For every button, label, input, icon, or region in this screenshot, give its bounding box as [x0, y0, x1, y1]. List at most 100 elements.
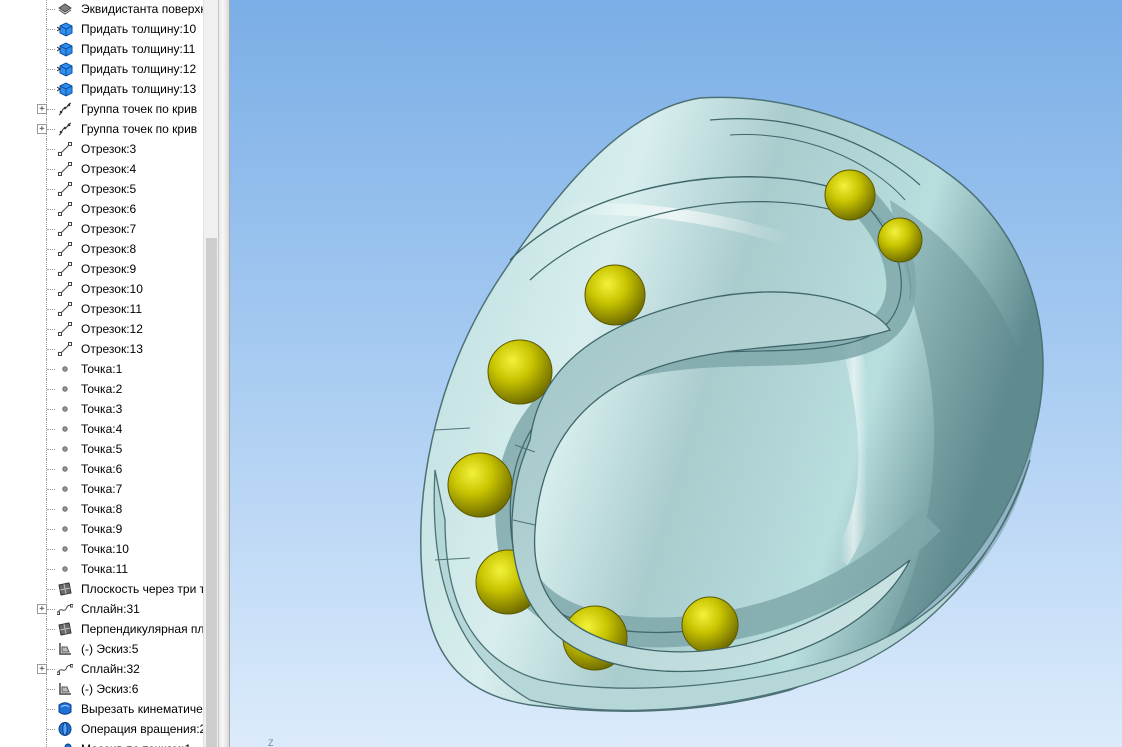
segment-icon: [57, 241, 73, 257]
tree-item-label: Отрезок:7: [81, 222, 137, 236]
point-group-icon: [57, 121, 73, 137]
pattern-icon: [57, 741, 73, 747]
tree-item-label: Придать толщину:13: [81, 82, 197, 96]
tree-item[interactable]: Отрезок:8: [0, 239, 204, 259]
expand-toggle-icon[interactable]: +: [37, 104, 47, 114]
3d-viewport[interactable]: Z: [230, 0, 1122, 747]
tree-item[interactable]: Отрезок:13: [0, 339, 204, 359]
segment-icon: [57, 301, 73, 317]
tree-item[interactable]: + Сплайн:31: [0, 599, 204, 619]
tree-item[interactable]: Отрезок:12: [0, 319, 204, 339]
point-icon: [57, 401, 73, 417]
tree-item-label: Отрезок:12: [81, 322, 143, 336]
tree-branch-line: [47, 29, 55, 30]
model-tree: Эквидистанта поверхн Придать толщину:10 Пр…: [0, 0, 204, 747]
tree-item-label: Точка:11: [81, 562, 129, 576]
tree-item-label: Сплайн:32: [81, 662, 140, 676]
tree-item[interactable]: Отрезок:4: [0, 159, 204, 179]
segment-icon: [57, 221, 73, 237]
tree-item-label: Точка:5: [81, 442, 123, 456]
tree-branch-line: [47, 649, 55, 650]
tree-item[interactable]: Эквидистанта поверхн: [0, 0, 204, 19]
expand-toggle-icon[interactable]: +: [37, 664, 47, 674]
tree-branch-line: [47, 709, 55, 710]
tree-branch-line: [47, 629, 55, 630]
tree-item[interactable]: Точка:8: [0, 499, 204, 519]
tree-item[interactable]: Вырезать кинематиче: [0, 699, 204, 719]
tree-branch-line: [47, 369, 55, 370]
point-icon: [57, 361, 73, 377]
tree-branch-line: [47, 149, 55, 150]
expand-toggle-icon[interactable]: +: [37, 604, 47, 614]
tree-item[interactable]: Плоскость через три т: [0, 579, 204, 599]
tree-item-label: (-) Эскиз:6: [81, 682, 139, 696]
expand-toggle-icon[interactable]: +: [37, 124, 47, 134]
tree-item[interactable]: Отрезок:3: [0, 139, 204, 159]
tree-item[interactable]: Точка:9: [0, 519, 204, 539]
tree-item[interactable]: Операция вращения:2: [0, 719, 204, 739]
tree-connector-line: [46, 739, 47, 747]
plane-icon: [57, 581, 73, 597]
point-group-icon: [57, 101, 73, 117]
tree-scrollbar-thumb[interactable]: [206, 238, 217, 747]
tree-item[interactable]: Перпендикулярная пл: [0, 619, 204, 639]
tree-item[interactable]: Отрезок:5: [0, 179, 204, 199]
tree-item[interactable]: Отрезок:9: [0, 259, 204, 279]
tree-item-label: Отрезок:10: [81, 282, 143, 296]
sweep-cut-icon: [57, 701, 73, 717]
tree-item[interactable]: Точка:5: [0, 439, 204, 459]
bearing-model[interactable]: [230, 0, 1122, 747]
tree-item[interactable]: + Сплайн:32: [0, 659, 204, 679]
tree-item[interactable]: Придать толщину:12: [0, 59, 204, 79]
point-icon: [57, 481, 73, 497]
tree-item[interactable]: Отрезок:7: [0, 219, 204, 239]
segment-icon: [57, 161, 73, 177]
tree-branch-line: [47, 129, 55, 130]
tree-branch-line: [47, 669, 55, 670]
tree-branch-line: [47, 469, 55, 470]
tree-item[interactable]: Массив по точкам:1: [0, 739, 204, 747]
segment-icon: [57, 181, 73, 197]
tree-branch-line: [47, 229, 55, 230]
tree-item-label: Отрезок:6: [81, 202, 137, 216]
tree-item[interactable]: Придать толщину:10: [0, 19, 204, 39]
tree-item[interactable]: Придать толщину:11: [0, 39, 204, 59]
tree-item[interactable]: Придать толщину:13: [0, 79, 204, 99]
tree-scrollbar[interactable]: [203, 0, 218, 747]
tree-item[interactable]: Точка:3: [0, 399, 204, 419]
tree-branch-line: [47, 9, 55, 10]
tree-item[interactable]: (-) Эскиз:5: [0, 639, 204, 659]
panel-splitter[interactable]: [218, 0, 230, 747]
tree-item[interactable]: Точка:11: [0, 559, 204, 579]
tree-branch-line: [47, 349, 55, 350]
tree-branch-line: [47, 49, 55, 50]
tree-item[interactable]: Отрезок:10: [0, 279, 204, 299]
tree-branch-line: [47, 389, 55, 390]
sketch-icon: [57, 641, 73, 657]
tree-item[interactable]: Точка:2: [0, 379, 204, 399]
tree-branch-line: [47, 169, 55, 170]
tree-item-label: Точка:7: [81, 482, 123, 496]
tree-item[interactable]: (-) Эскиз:6: [0, 679, 204, 699]
tree-item[interactable]: Отрезок:6: [0, 199, 204, 219]
tree-branch-line: [47, 289, 55, 290]
tree-item[interactable]: Точка:7: [0, 479, 204, 499]
segment-icon: [57, 321, 73, 337]
tree-item[interactable]: Отрезок:11: [0, 299, 204, 319]
tree-item-label: Придать толщину:10: [81, 22, 197, 36]
segment-icon: [57, 261, 73, 277]
point-icon: [57, 461, 73, 477]
tree-item[interactable]: + Группа точек по крив: [0, 119, 204, 139]
tree-item[interactable]: Точка:10: [0, 539, 204, 559]
tree-branch-line: [47, 89, 55, 90]
tree-item[interactable]: Точка:1: [0, 359, 204, 379]
tree-branch-line: [47, 409, 55, 410]
tree-branch-line: [47, 569, 55, 570]
tree-item[interactable]: + Группа точек по крив: [0, 99, 204, 119]
tree-item-label: Точка:8: [81, 502, 123, 516]
tree-item[interactable]: Точка:4: [0, 419, 204, 439]
tree-item-label: Придать толщину:12: [81, 62, 197, 76]
tree-branch-line: [47, 529, 55, 530]
tree-item[interactable]: Точка:6: [0, 459, 204, 479]
tree-branch-line: [47, 249, 55, 250]
